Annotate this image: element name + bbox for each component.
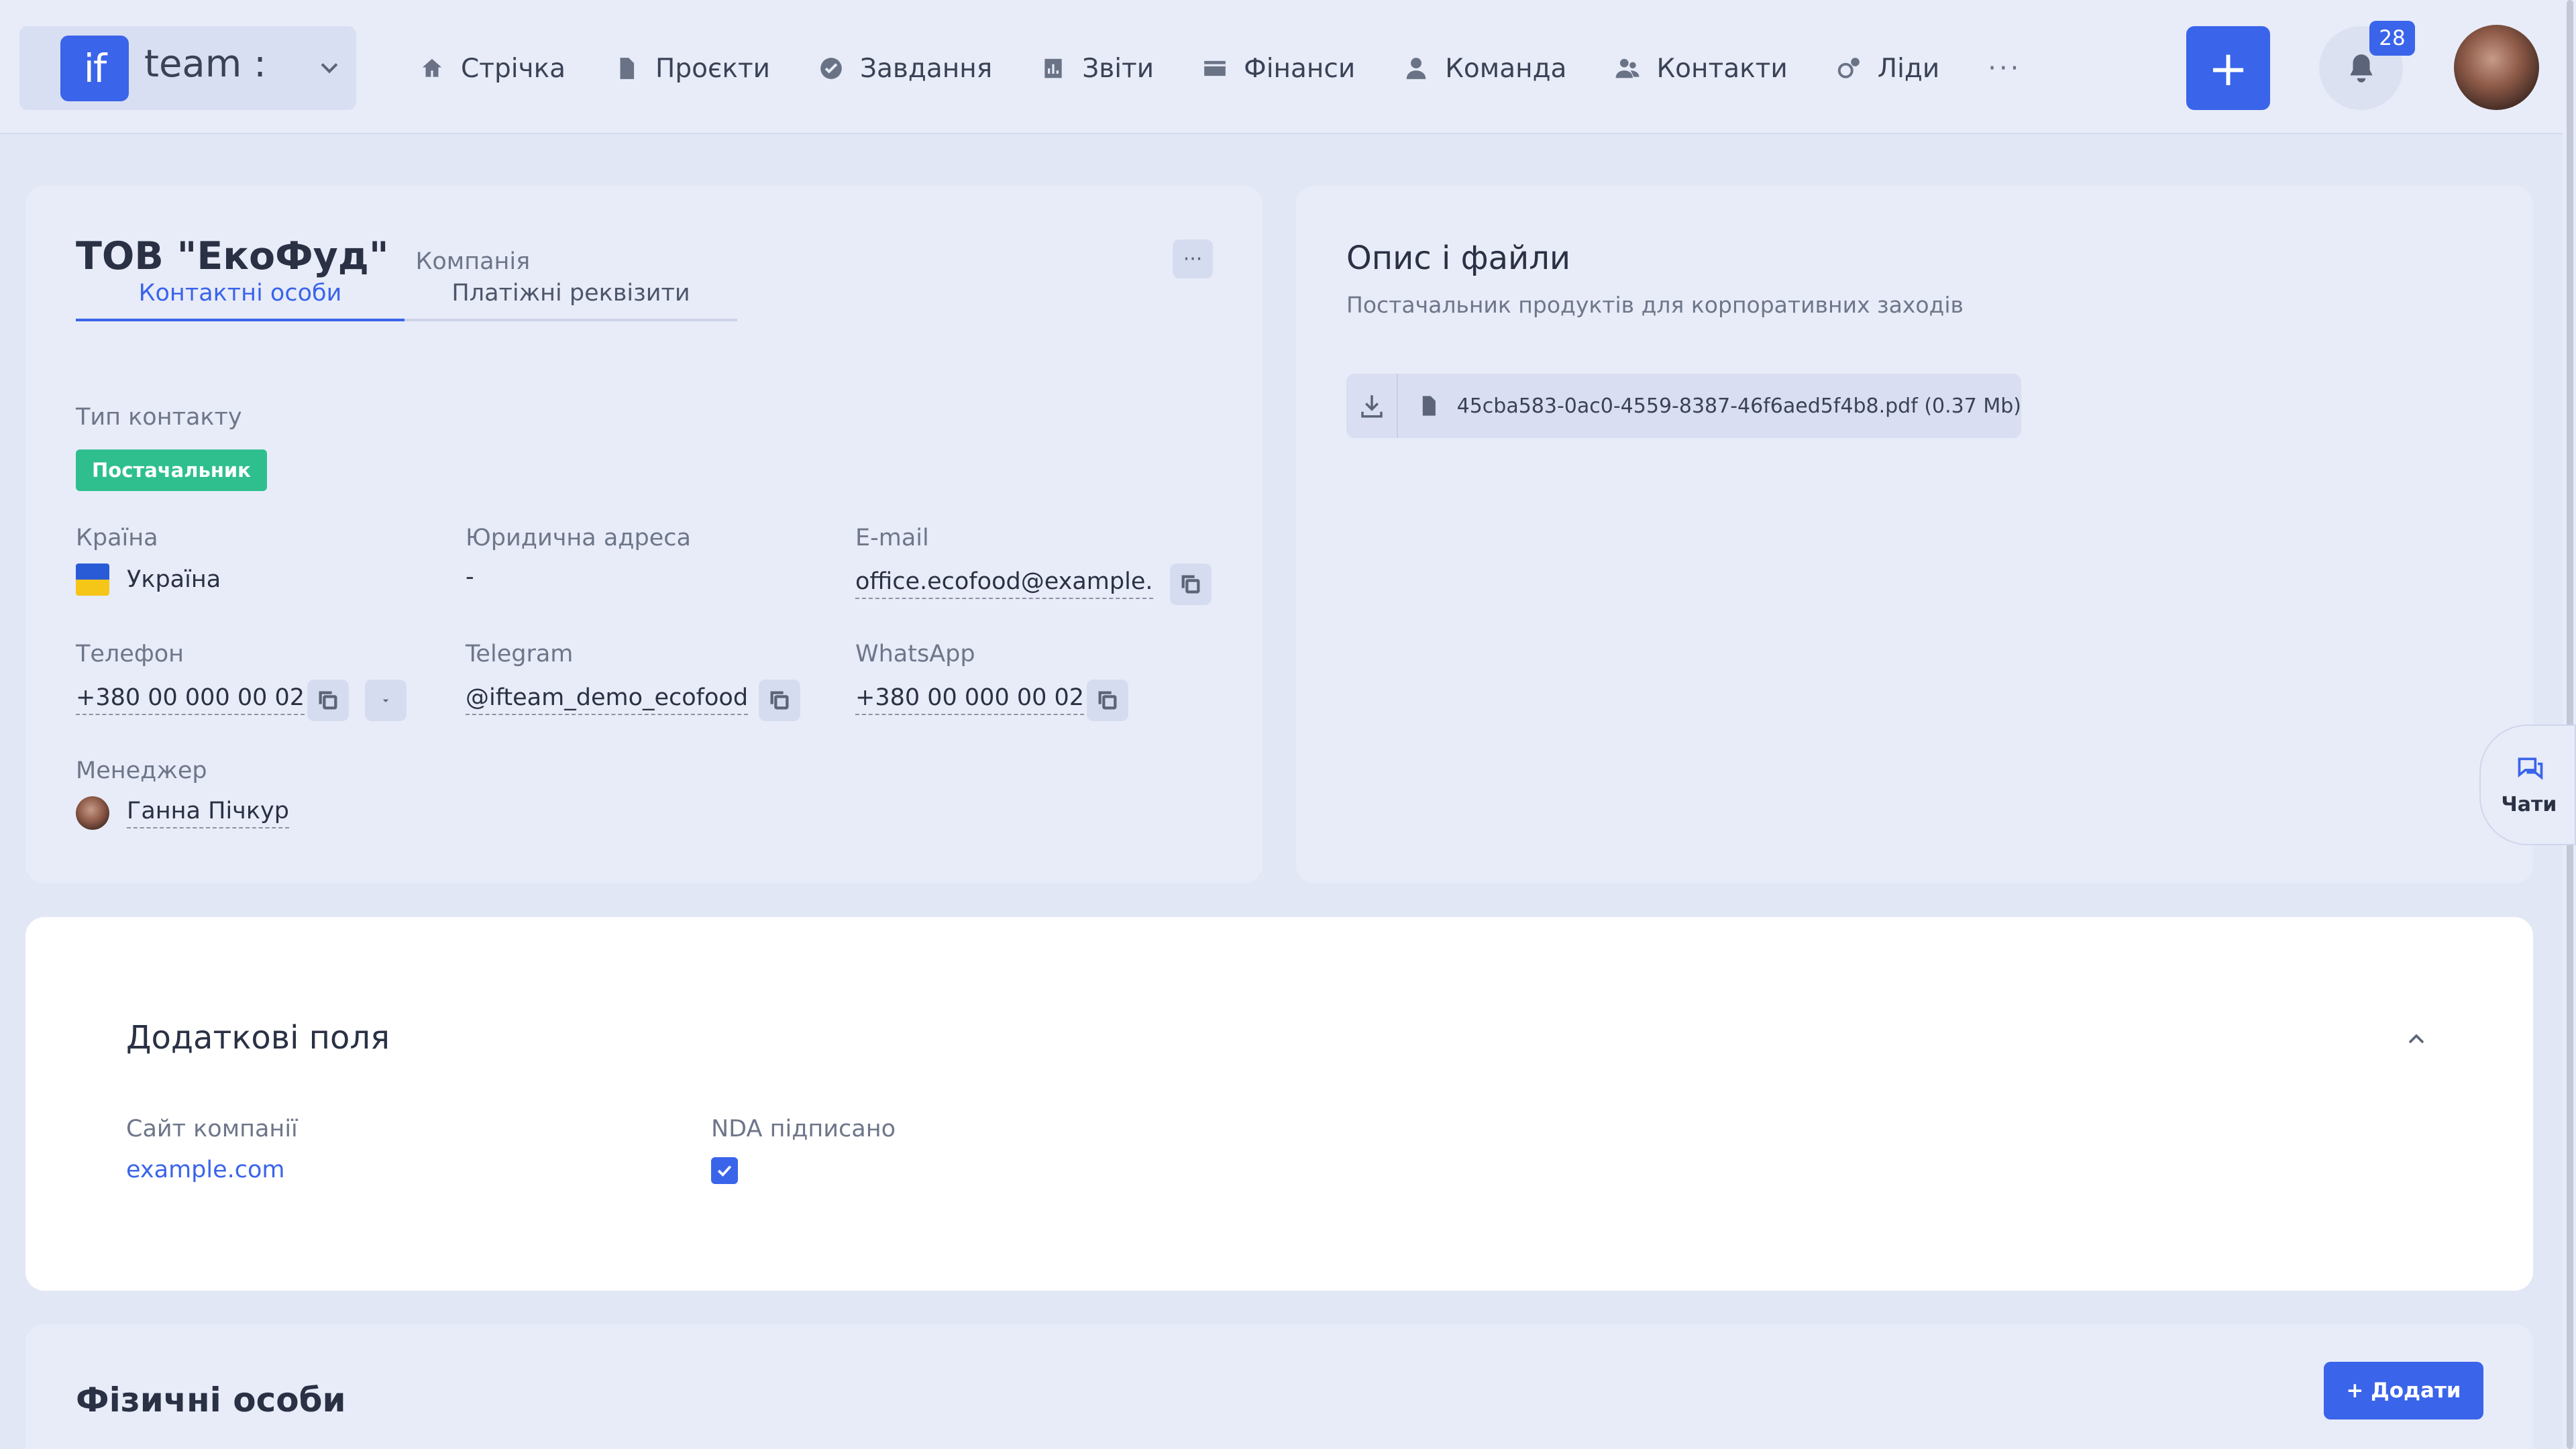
create-button[interactable]: + xyxy=(2186,26,2270,110)
nav-label: Стрічка xyxy=(461,53,566,84)
main-nav: Стрічка Проєкти Завдання Звіти Фінанси К… xyxy=(419,42,2070,95)
brand-name: team : xyxy=(144,42,266,86)
phone-value[interactable]: +380 00 000 00 02 xyxy=(76,684,305,715)
person-icon xyxy=(1406,58,1426,79)
notification-count-badge: 28 xyxy=(2369,21,2415,56)
email-label: E-mail xyxy=(855,525,929,551)
copy-email-button[interactable] xyxy=(1170,564,1212,605)
copy-icon xyxy=(1181,575,1200,594)
nda-label: NDA підписано xyxy=(711,1116,896,1142)
nav-item-tasks[interactable]: Завдання xyxy=(818,54,992,84)
telegram-value[interactable]: @ifteam_demo_ecofood xyxy=(466,684,749,715)
home-icon xyxy=(422,58,442,77)
country-label: Країна xyxy=(76,525,158,551)
company-menu-button[interactable]: ··· xyxy=(1173,239,1213,278)
nav-label: Контакти xyxy=(1656,53,1788,84)
contact-type-label: Тип контакту xyxy=(76,404,242,431)
copy-icon xyxy=(1098,691,1117,710)
company-name: ТОВ "ЕкоФуд" xyxy=(76,234,389,278)
site-link[interactable]: example.com xyxy=(126,1157,285,1183)
contact-type-tag: Постачальник xyxy=(76,449,267,491)
people-icon xyxy=(1616,58,1640,78)
nav-item-projects[interactable]: Проєкти xyxy=(614,54,770,84)
telegram-label: Telegram xyxy=(466,641,574,667)
nav-item-leads[interactable]: Ліди xyxy=(1836,54,1939,84)
company-kind: Компанія xyxy=(415,248,531,275)
chats-button[interactable]: Чати xyxy=(2479,724,2576,845)
legal-address-label: Юридична адреса xyxy=(466,525,691,551)
manager-label: Менеджер xyxy=(76,757,207,784)
manager-avatar xyxy=(76,796,109,830)
nav-label: Проєкти xyxy=(655,53,771,84)
download-icon xyxy=(1360,395,1383,418)
file-name-link[interactable]: 45cba583-0ac0-4559-8387-46f6aed5f4b8.pdf… xyxy=(1457,394,2021,418)
nav-more-button[interactable]: ··· xyxy=(1988,53,2021,84)
chevron-down-icon xyxy=(321,63,338,74)
site-label: Сайт компанії xyxy=(126,1116,298,1142)
nav-label: Ліди xyxy=(1877,53,1940,84)
chats-label: Чати xyxy=(2501,793,2557,816)
email-value[interactable]: office.ecofood@example.... xyxy=(855,568,1153,599)
leads-icon xyxy=(1837,58,1860,78)
caret-down-icon xyxy=(382,699,389,702)
copy-icon xyxy=(319,691,337,710)
copy-whatsapp-button[interactable] xyxy=(1087,680,1128,721)
file-chip: 45cba583-0ac0-4559-8387-46f6aed5f4b8.pdf… xyxy=(1346,374,2021,438)
check-circle-icon xyxy=(820,58,842,79)
company-card: ТОВ "ЕкоФуд" Компанія ··· Контактні особ… xyxy=(25,186,1263,883)
workspace-switcher[interactable]: if team : xyxy=(19,26,356,110)
nav-item-reports[interactable]: Звіти xyxy=(1040,54,1154,84)
tab-payment-details[interactable]: Платіжні реквізити xyxy=(405,280,737,321)
brand-logo: if xyxy=(60,36,129,101)
nav-item-finance[interactable]: Фінанси xyxy=(1202,54,1355,84)
checkmark-icon xyxy=(717,1165,732,1177)
country-value: Україна xyxy=(127,566,221,593)
extra-fields-title: Додаткові поля xyxy=(126,1019,390,1057)
nda-checkbox[interactable] xyxy=(711,1157,738,1184)
nav-label: Команда xyxy=(1445,53,1567,84)
wallet-icon xyxy=(1204,60,1226,76)
nav-item-contacts[interactable]: Контакти xyxy=(1615,53,1788,84)
chat-icon xyxy=(2518,757,2543,780)
whatsapp-label: WhatsApp xyxy=(855,641,975,667)
nav-label: Звіти xyxy=(1082,53,1155,84)
nav-label: Фінанси xyxy=(1244,53,1356,84)
ukraine-flag-icon xyxy=(76,564,109,596)
document-icon xyxy=(620,58,635,79)
legal-address-value: - xyxy=(466,564,474,590)
copy-telegram-button[interactable] xyxy=(759,680,800,721)
manager-value[interactable]: Ганна Пічкур xyxy=(127,798,289,828)
individuals-card: Фізичні особи + Додати xyxy=(25,1324,2533,1449)
copy-icon xyxy=(770,691,789,710)
copy-phone-button[interactable] xyxy=(307,680,349,721)
user-avatar[interactable] xyxy=(2454,25,2539,110)
add-individual-button[interactable]: + Додати xyxy=(2324,1362,2483,1419)
bell-icon xyxy=(2349,54,2373,83)
description-title: Опис і файли xyxy=(1346,239,1571,277)
collapse-chevron-icon[interactable] xyxy=(2403,1026,2430,1053)
whatsapp-value[interactable]: +380 00 000 00 02 xyxy=(855,684,1085,715)
tab-contact-persons[interactable]: Контактні особи xyxy=(76,280,405,321)
extra-fields-card: Додаткові поля Сайт компанії example.com… xyxy=(25,917,2533,1291)
individuals-title: Фізичні особи xyxy=(76,1381,346,1419)
top-bar: if team : Стрічка Проєкти Завдання Звіти… xyxy=(0,0,2563,134)
description-card: Опис і файли Постачальник продуктів для … xyxy=(1296,186,2533,883)
nav-item-feed[interactable]: Стрічка xyxy=(419,54,566,84)
description-text: Постачальник продуктів для корпоративних… xyxy=(1346,292,1964,318)
chart-icon xyxy=(1044,58,1062,78)
phone-label: Телефон xyxy=(76,641,184,667)
nav-label: Завдання xyxy=(860,53,993,84)
phone-dropdown-button[interactable] xyxy=(365,680,407,721)
download-button[interactable] xyxy=(1346,374,1399,438)
file-icon xyxy=(1423,396,1436,416)
nav-item-team[interactable]: Команда xyxy=(1403,54,1566,84)
